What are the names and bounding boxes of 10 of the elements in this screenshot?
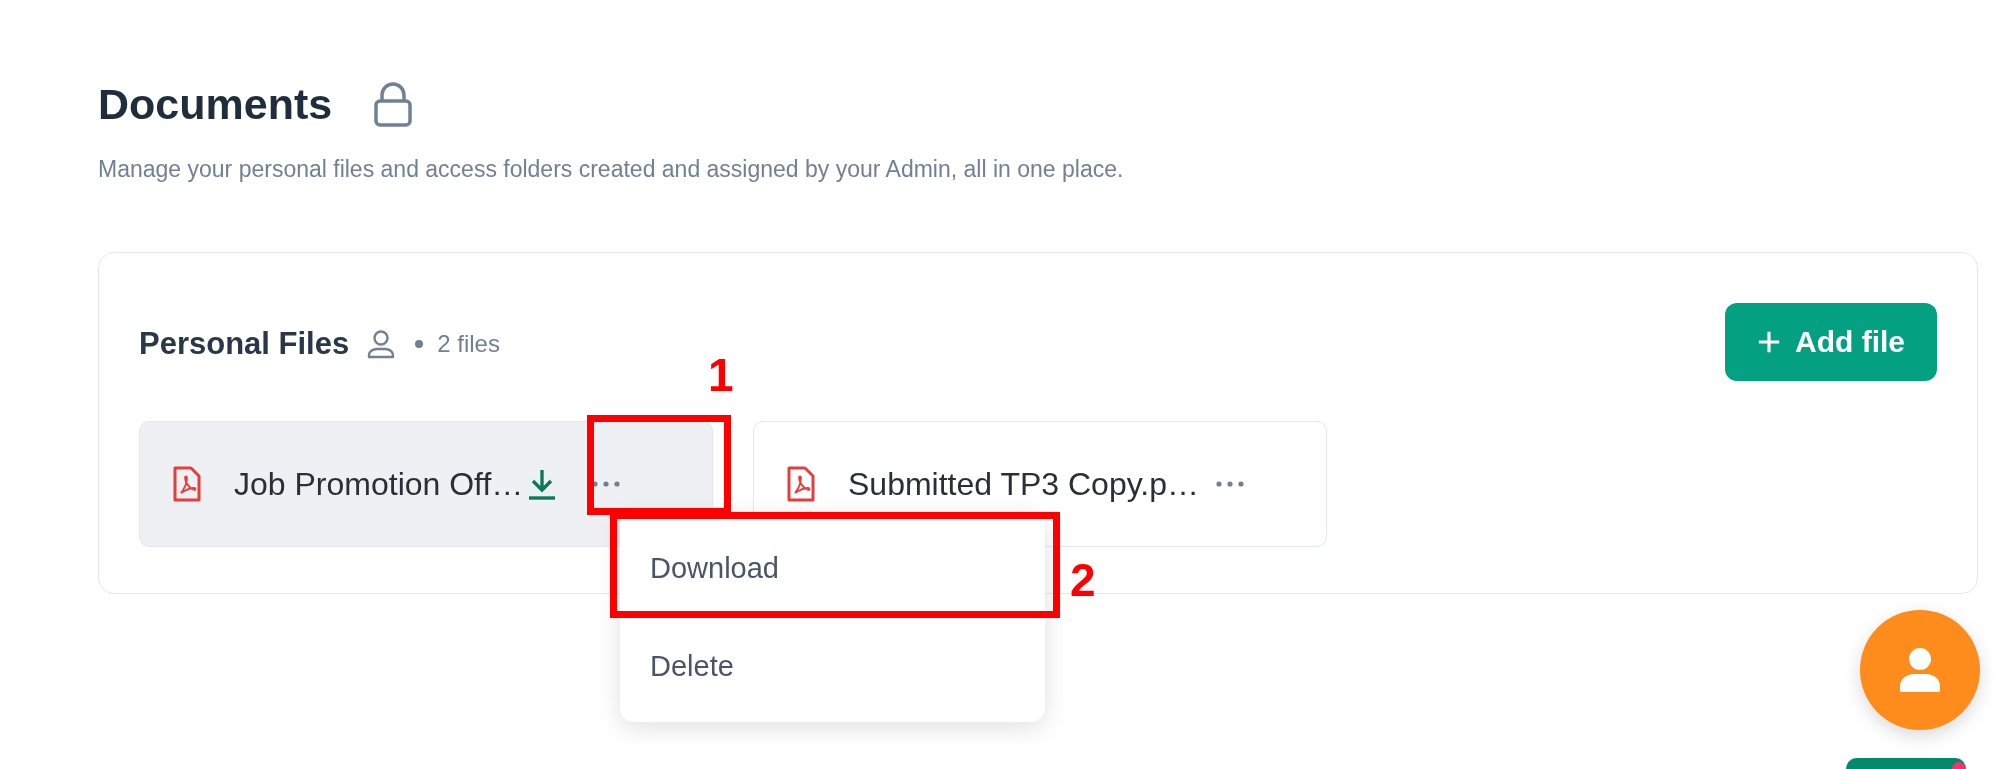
section-title: Personal Files — [139, 326, 350, 362]
step-number: 2 — [1070, 555, 1096, 605]
file-name: Submitted TP3 Copy.p… — [848, 465, 1199, 503]
page-subtitle: Manage your personal files and access folders created and assigned by your Admin, all in one place. — [98, 155, 1125, 184]
file-name: Job Promotion Off… — [234, 465, 524, 503]
page-title: Documents — [98, 79, 333, 130]
menu-item[interactable]: Delete — [620, 624, 1045, 708]
file-count: 2 files — [437, 330, 500, 358]
file-card[interactable]: Job Promotion Off… — [139, 421, 713, 547]
step-number: 1 — [708, 350, 734, 400]
